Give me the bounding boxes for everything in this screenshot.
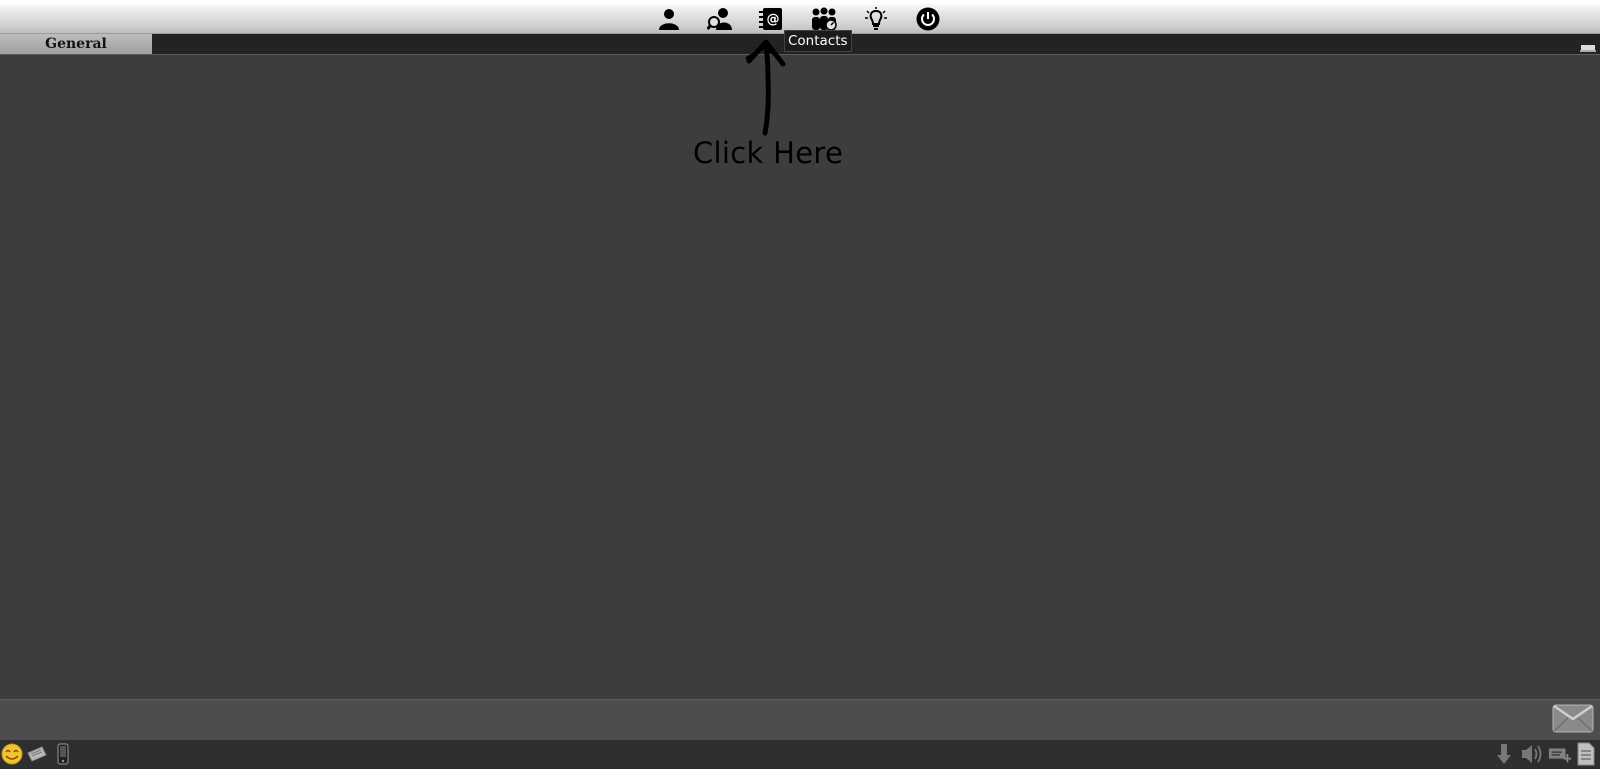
annotation-arrow-icon <box>745 39 786 136</box>
minimize-icon[interactable] <box>1580 38 1596 52</box>
annotation-label: Click Here <box>693 136 844 170</box>
add-message-icon[interactable] <box>1548 743 1572 765</box>
main-toolbar: @ <box>0 0 1600 34</box>
lightbulb-icon[interactable] <box>862 6 890 32</box>
search-user-icon[interactable] <box>706 6 734 32</box>
smiley-icon[interactable] <box>0 743 24 765</box>
phone-icon[interactable] <box>51 743 75 765</box>
contacts-tooltip: Contacts <box>784 30 852 52</box>
volume-icon[interactable] <box>1520 743 1544 765</box>
ticket-icon[interactable] <box>25 743 49 765</box>
document-icon[interactable] <box>1574 742 1598 766</box>
status-bar <box>0 740 1600 769</box>
download-icon[interactable] <box>1492 743 1516 765</box>
contacts-icon[interactable]: @ <box>757 6 785 32</box>
send-mail-icon[interactable] <box>1552 702 1594 736</box>
svg-text:@: @ <box>767 12 780 27</box>
user-icon[interactable] <box>655 6 683 32</box>
group-chat-icon[interactable] <box>810 6 838 32</box>
power-icon[interactable] <box>914 6 942 32</box>
message-input-panel[interactable] <box>0 699 1600 740</box>
tab-general[interactable]: General <box>0 34 152 54</box>
